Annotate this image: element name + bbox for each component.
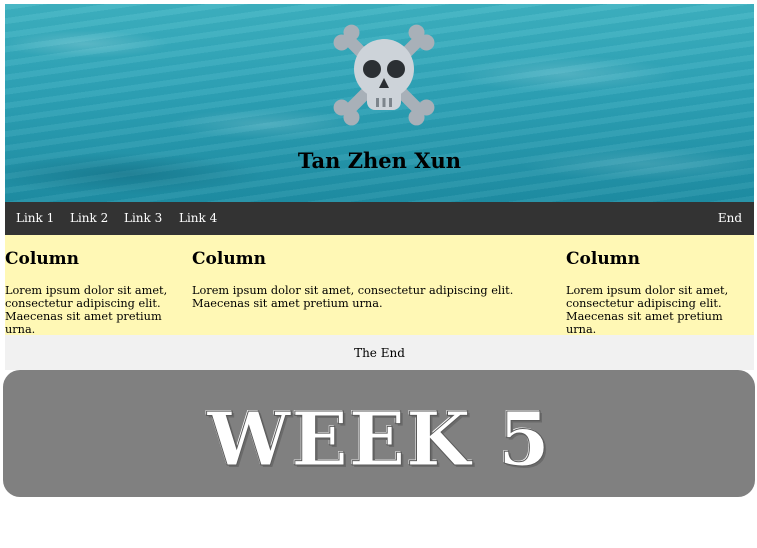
nav-link-3[interactable]: Link 3 [120,202,166,235]
columns-section: Column Lorem ipsum dolor sit amet, conse… [5,235,754,336]
skull-and-crossbones-icon [333,24,435,126]
nav-link-2[interactable]: Link 2 [66,202,112,235]
nav-link-1[interactable]: Link 1 [12,202,58,235]
week-banner: WEEK 5 [3,370,755,497]
banner-title: WEEK 5 [207,397,551,484]
column-heading: Column [5,249,80,269]
column-text: Lorem ipsum dolor sit amet, consectetur … [5,284,168,336]
column-heading: Column [566,249,641,269]
nav-link-4[interactable]: Link 4 [175,202,221,235]
header: Tan Zhen Xun [5,4,754,202]
footer: The End [5,335,754,370]
column-text: Lorem ipsum dolor sit amet, consectetur … [192,284,514,310]
column-text: Lorem ipsum dolor sit amet, consectetur … [566,284,729,336]
nav-link-end[interactable]: End [714,202,746,235]
navbar: Link 1 Link 2 Link 3 Link 4 End [5,202,754,235]
page-title: Tan Zhen Xun [297,148,462,173]
column-heading: Column [192,249,267,269]
